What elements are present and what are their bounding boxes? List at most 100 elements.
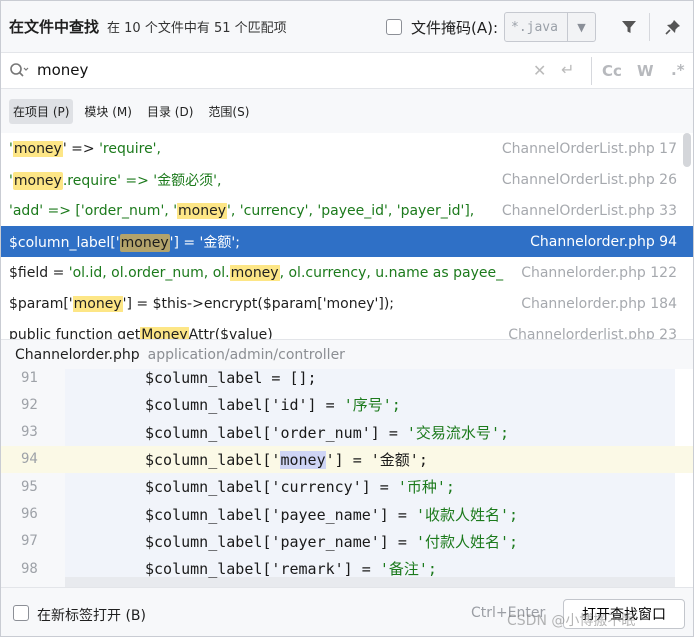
snippet-text: $field = — [9, 264, 69, 281]
result-row[interactable]: $column_label['money'] = '金额'; Channelord… — [1, 226, 693, 257]
dialog-title: 在文件中查找 — [9, 18, 100, 36]
search-input[interactable]: money — [37, 61, 88, 79]
result-snippet: 'money' => 'require', — [9, 140, 496, 157]
line-number: 94 — [21, 451, 38, 468]
results-list: 'money' => 'require', ChannelOrderList.ph… — [1, 133, 693, 339]
snippet-text: , ol.currency, u.name as payee_ — [279, 264, 504, 281]
code-text: $column_label['currency'] = '币种'; — [65, 476, 455, 497]
code-segment: '收款人姓名'; — [415, 505, 519, 524]
line-number: 97 — [21, 533, 38, 550]
code-line: 93 $column_label['order_num'] = '交易流水号'; — [1, 419, 693, 446]
match-highlight: money — [177, 202, 228, 219]
code-line: 95 $column_label['currency'] = '币种'; — [1, 473, 693, 500]
code-text: $column_label = []; — [65, 369, 317, 387]
match-case-toggle[interactable]: Cc — [602, 62, 622, 80]
match-highlight: money — [12, 140, 63, 157]
result-snippet: public function getMoneyAttr($value) — [9, 326, 502, 340]
preview-file-name: Channelorder.php — [15, 346, 140, 363]
result-file-location: Channelorder.php 94 — [524, 233, 693, 250]
code-text: $column_label['id'] = '序号'; — [65, 394, 401, 415]
result-row[interactable]: 'money.require' => '金额必须', ChannelOrderLi… — [1, 164, 693, 195]
newline-icon[interactable]: ↵ — [561, 60, 574, 79]
tab-directory[interactable]: 目录 (D) — [143, 99, 197, 124]
file-mask-value[interactable]: *.java — [505, 20, 567, 35]
line-number: 95 — [21, 478, 38, 495]
snippet-text: 'ol.id, ol.order_num, ol. — [68, 264, 230, 281]
match-highlight: money — [229, 264, 280, 281]
code-line: 94 $column_label['money'] = '金额'; — [1, 445, 693, 473]
result-snippet: 'add' => ['order_num', 'money', 'currenc… — [9, 202, 496, 219]
code-text: $column_label['money'] = '金额'; — [65, 449, 428, 470]
code-preview[interactable]: 91 $column_label = []; 92 $column_label['id… — [1, 369, 693, 587]
match-highlight: Money — [140, 326, 189, 339]
file-mask-combo[interactable]: *.java ▼ — [504, 12, 596, 42]
snippet-text: 'order_num', ' — [80, 202, 178, 219]
result-snippet: 'money.require' => '金额必须', — [9, 170, 496, 190]
snippet-text: '] = $this->encrypt($param['money']); — [122, 295, 394, 312]
code-line: 97 $column_label['payer_name'] = '付款人姓名'; — [1, 528, 693, 555]
line-number: 98 — [21, 560, 38, 577]
result-snippet: $param['money'] = $this->encrypt($param[… — [9, 295, 515, 312]
pin-icon[interactable] — [661, 16, 685, 38]
code-segment: '备注'; — [379, 560, 437, 579]
code-text: $column_label['order_num'] = '交易流水号'; — [65, 422, 509, 443]
result-row[interactable]: $field = 'ol.id, ol.order_num, ol.money,… — [1, 257, 693, 288]
match-highlight: money — [119, 233, 170, 252]
snippet-text: $param[' — [9, 295, 73, 312]
snippet-text: public function get — [9, 326, 141, 340]
find-in-files-dialog: 在文件中查找 在 10 个文件中有 51 个匹配项 文件掩码(A): *.jav… — [0, 0, 694, 637]
match-highlight: money — [12, 171, 63, 190]
search-icon[interactable] — [9, 62, 29, 80]
line-number: 91 — [21, 369, 38, 386]
result-file-location: Channelorder.php 122 — [521, 264, 677, 281]
regex-toggle[interactable]: .* — [671, 61, 685, 79]
search-divider — [591, 57, 592, 85]
tab-project[interactable]: 在项目 (P) — [9, 98, 74, 124]
result-file-location: Channelorder.php 184 — [521, 295, 677, 312]
match-highlight: money — [72, 295, 123, 312]
code-segment: $column_label['currency'] = — [145, 478, 398, 497]
clear-icon[interactable]: ✕ — [533, 61, 546, 80]
snippet-text: '金额必须', — [153, 172, 222, 189]
file-mask-label: 文件掩码(A): — [411, 19, 499, 37]
code-segment: '付款人姓名'; — [415, 532, 519, 551]
code-segment: $column_label = []; — [145, 369, 317, 387]
code-segment: '] = '金额'; — [325, 450, 428, 469]
preview-header: Channelorder.php application/admin/contr… — [1, 339, 693, 369]
match-highlight: money — [280, 450, 326, 469]
result-row[interactable]: 'add' => ['order_num', 'money', 'currenc… — [1, 195, 693, 226]
chevron-down-icon[interactable]: ▼ — [567, 13, 595, 41]
preview-file-path: application/admin/controller — [147, 346, 345, 363]
snippet-text: '] = '金额'; — [169, 234, 240, 251]
scope-tabs: 在项目 (P) 模块 (M) 目录 (D) 范围(S) — [1, 90, 693, 132]
open-in-new-tab-checkbox[interactable] — [13, 605, 29, 621]
result-row[interactable]: public function getMoneyAttr($value) Chan… — [1, 319, 693, 339]
result-file-location: Channelorderlist.php 23 — [508, 326, 677, 340]
tab-scope[interactable]: 范围(S) — [204, 99, 253, 124]
search-bar: money ✕ ↵ Cc W .* — [1, 53, 693, 89]
line-number: 92 — [21, 396, 38, 413]
code-segment: $column_label['remark'] = — [145, 560, 380, 579]
code-line: 96 $column_label['payee_name'] = '收款人姓名'; — [1, 501, 693, 528]
header-divider — [649, 13, 650, 41]
result-row[interactable]: $param['money'] = $this->encrypt($param[… — [1, 288, 693, 319]
result-file-location: ChannelOrderList.php 17 — [501, 140, 677, 157]
code-segment: $column_label['order_num'] = — [145, 423, 407, 442]
result-row[interactable]: 'money' => 'require', ChannelOrderList.ph… — [1, 133, 693, 164]
snippet-text: .require' => — [62, 172, 154, 189]
whole-words-toggle[interactable]: W — [637, 62, 654, 80]
result-file-location: ChannelOrderList.php 33 — [501, 202, 677, 219]
snippet-text: ' => — [62, 140, 100, 157]
code-line: 98 $column_label['remark'] = '备注'; — [1, 555, 693, 582]
code-line: 92 $column_label['id'] = '序号'; — [1, 391, 693, 418]
snippet-text: ', 'currency', 'payee_id', 'payer_id'], — [227, 202, 475, 219]
line-number: 93 — [21, 424, 38, 441]
snippet-text: 'require', — [99, 140, 161, 157]
code-text: $column_label['payee_name'] = '收款人姓名'; — [65, 504, 518, 525]
code-segment: '币种'; — [397, 478, 455, 497]
file-mask-checkbox[interactable] — [386, 19, 402, 35]
match-summary: 在 10 个文件中有 51 个匹配项 — [107, 21, 287, 36]
tab-module[interactable]: 模块 (M) — [80, 99, 136, 124]
result-snippet: $field = 'ol.id, ol.order_num, ol.money,… — [9, 264, 515, 281]
filter-icon[interactable] — [617, 16, 641, 38]
